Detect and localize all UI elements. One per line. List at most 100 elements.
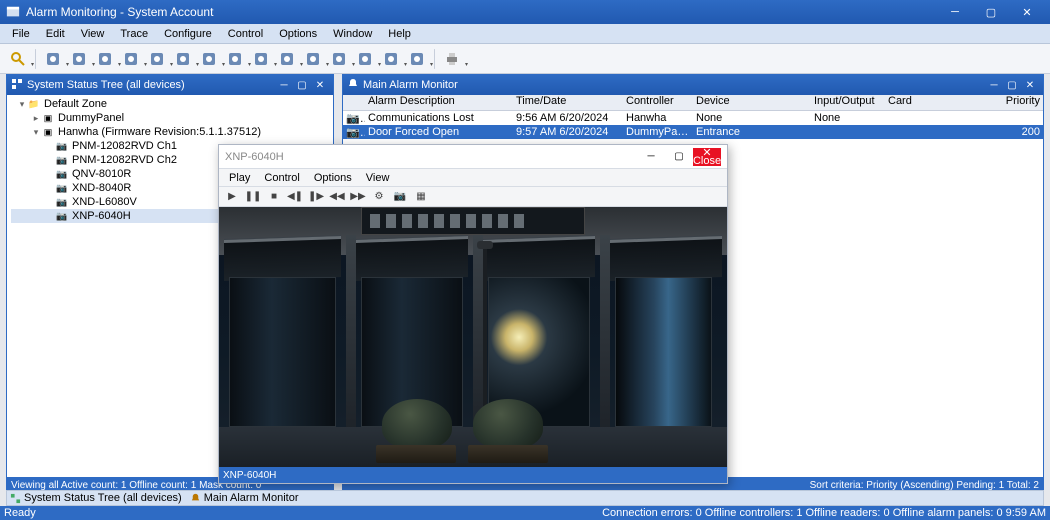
- panel-minimize-button[interactable]: ─: [275, 77, 293, 93]
- video-title: XNP-6040H: [225, 151, 637, 163]
- clock-icon[interactable]: ▾: [379, 47, 403, 71]
- tree-label: DummyPanel: [58, 112, 124, 124]
- chart-icon[interactable]: ▾: [223, 47, 247, 71]
- stop-icon[interactable]: ■: [265, 189, 283, 205]
- camera-icon[interactable]: ▾: [327, 47, 351, 71]
- alarm-panel-title[interactable]: Main Alarm Monitor ─ ▢ ✕: [343, 75, 1043, 95]
- magnify-icon[interactable]: ▾: [6, 47, 30, 71]
- step-back-icon[interactable]: ◀❚: [286, 189, 304, 205]
- net-icon[interactable]: ▾: [301, 47, 325, 71]
- gear-icon[interactable]: ▾: [119, 47, 143, 71]
- col-io[interactable]: Input/Output: [811, 95, 885, 110]
- badge-icon[interactable]: ▾: [275, 47, 299, 71]
- print-icon[interactable]: ▾: [440, 47, 464, 71]
- menu-trace[interactable]: Trace: [112, 26, 156, 42]
- video-menu-control[interactable]: Control: [258, 172, 305, 184]
- play-icon[interactable]: ▶: [223, 189, 241, 205]
- alarm-restore-button[interactable]: ▢: [1003, 77, 1021, 93]
- window-tab-alarm[interactable]: Main Alarm Monitor: [190, 492, 299, 504]
- tree-icon[interactable]: ▾: [67, 47, 91, 71]
- video-feed[interactable]: [219, 207, 727, 467]
- video-minimize-button[interactable]: ─: [637, 148, 665, 166]
- menu-configure[interactable]: Configure: [156, 26, 220, 42]
- doc-icon[interactable]: ▾: [405, 47, 429, 71]
- tree-panel-title[interactable]: System Status Tree (all devices) ─ ▢ ✕: [7, 75, 333, 95]
- alarm-close-button[interactable]: ✕: [1021, 77, 1039, 93]
- col-pri[interactable]: Priority: [995, 95, 1043, 110]
- grid-icon[interactable]: ▦: [412, 189, 430, 205]
- col-dev[interactable]: Device: [693, 95, 811, 110]
- video-window[interactable]: XNP-6040H ─ ▢ ✕Close Play Control Option…: [218, 144, 728, 484]
- alarm-row[interactable]: 📷Communications Lost9:56 AM 6/20/2024Han…: [343, 111, 1043, 125]
- zone-icon: 📁: [27, 98, 41, 110]
- app-title: Alarm Monitoring - System Account: [26, 5, 938, 19]
- menu-window[interactable]: Window: [325, 26, 380, 42]
- settings-icon[interactable]: ⚙: [370, 189, 388, 205]
- camera-icon: 📷: [55, 140, 69, 152]
- tree-label: Default Zone: [44, 98, 107, 110]
- reset-icon[interactable]: ▾: [353, 47, 377, 71]
- camera-icon: 📷: [55, 154, 69, 166]
- tree-node[interactable]: ▸▣DummyPanel: [11, 111, 329, 125]
- cell-ctrl: Hanwha: [623, 112, 693, 124]
- cell-dev: Entrance: [693, 126, 811, 138]
- pause-icon[interactable]: ❚❚: [244, 189, 262, 205]
- expand-icon[interactable]: ▾: [31, 127, 41, 138]
- video-menu-options[interactable]: Options: [308, 172, 358, 184]
- window-tab-bar: System Status Tree (all devices) Main Al…: [6, 490, 1044, 506]
- window-tab-tree[interactable]: System Status Tree (all devices): [10, 492, 182, 504]
- step-fwd-icon[interactable]: ❚▶: [307, 189, 325, 205]
- video-toolbar: ▶ ❚❚ ■ ◀❚ ❚▶ ◀◀ ▶▶ ⚙ 📷 ▦: [219, 187, 727, 207]
- camera-icon: 📷: [55, 196, 69, 208]
- expand-icon[interactable]: ▾: [17, 99, 27, 110]
- statusbar: Ready Connection errors: 0 Offline contr…: [0, 506, 1050, 520]
- tree-icon: [11, 78, 23, 93]
- zone-icon[interactable]: ▾: [41, 47, 65, 71]
- col-card[interactable]: Card: [885, 95, 995, 110]
- panel-restore-button[interactable]: ▢: [293, 77, 311, 93]
- link-icon[interactable]: ▾: [171, 47, 195, 71]
- panel-close-button[interactable]: ✕: [311, 77, 329, 93]
- ffwd-icon[interactable]: ▶▶: [349, 189, 367, 205]
- menu-edit[interactable]: Edit: [38, 26, 73, 42]
- video-statusbar: XNP-6040H: [219, 467, 727, 483]
- plug-icon[interactable]: ▾: [249, 47, 273, 71]
- bell-icon: [347, 78, 359, 93]
- alarm-row[interactable]: 📷Door Forced Open9:57 AM 6/20/2024DummyP…: [343, 125, 1043, 139]
- menu-view[interactable]: View: [73, 26, 113, 42]
- minimize-button[interactable]: ─: [938, 2, 972, 22]
- expand-icon[interactable]: ▸: [31, 113, 41, 124]
- tree-label: XND-8040R: [72, 182, 131, 194]
- alarm-minimize-button[interactable]: ─: [985, 77, 1003, 93]
- video-menu-view[interactable]: View: [360, 172, 396, 184]
- video-maximize-button[interactable]: ▢: [665, 148, 693, 166]
- tree-label: XND-L6080V: [72, 196, 137, 208]
- alarm-column-headers[interactable]: Alarm Description Time/Date Controller D…: [343, 95, 1043, 111]
- video-titlebar[interactable]: XNP-6040H ─ ▢ ✕Close: [219, 145, 727, 169]
- col-ctrl[interactable]: Controller: [623, 95, 693, 110]
- maximize-button[interactable]: ▢: [974, 2, 1008, 22]
- toolbar: ▾▾▾▾▾▾▾▾▾▾▾▾▾▾▾▾▾: [0, 44, 1050, 74]
- video-menu-play[interactable]: Play: [223, 172, 256, 184]
- close-button[interactable]: ✕: [1010, 2, 1044, 22]
- snapshot-icon[interactable]: 📷: [391, 189, 409, 205]
- video-close-button[interactable]: ✕Close: [693, 148, 721, 166]
- wrench-icon[interactable]: ▾: [145, 47, 169, 71]
- app-icon: [6, 5, 20, 19]
- status-left: Ready: [4, 507, 602, 519]
- tree-node[interactable]: ▾📁Default Zone: [11, 97, 329, 111]
- video-menubar: Play Control Options View: [219, 169, 727, 187]
- alarm-rows: 📷Communications Lost9:56 AM 6/20/2024Han…: [343, 111, 1043, 139]
- export-icon[interactable]: ▾: [197, 47, 221, 71]
- device-icon[interactable]: ▾: [93, 47, 117, 71]
- tree-node[interactable]: ▾▣Hanwha (Firmware Revision:5.1.1.37512): [11, 125, 329, 139]
- rewind-icon[interactable]: ◀◀: [328, 189, 346, 205]
- menu-options[interactable]: Options: [271, 26, 325, 42]
- menu-file[interactable]: File: [4, 26, 38, 42]
- menu-help[interactable]: Help: [380, 26, 419, 42]
- camera-icon: 📷: [55, 182, 69, 194]
- cell-desc: Door Forced Open: [365, 126, 513, 138]
- col-time[interactable]: Time/Date: [513, 95, 623, 110]
- menu-control[interactable]: Control: [220, 26, 271, 42]
- col-desc[interactable]: Alarm Description: [365, 95, 513, 110]
